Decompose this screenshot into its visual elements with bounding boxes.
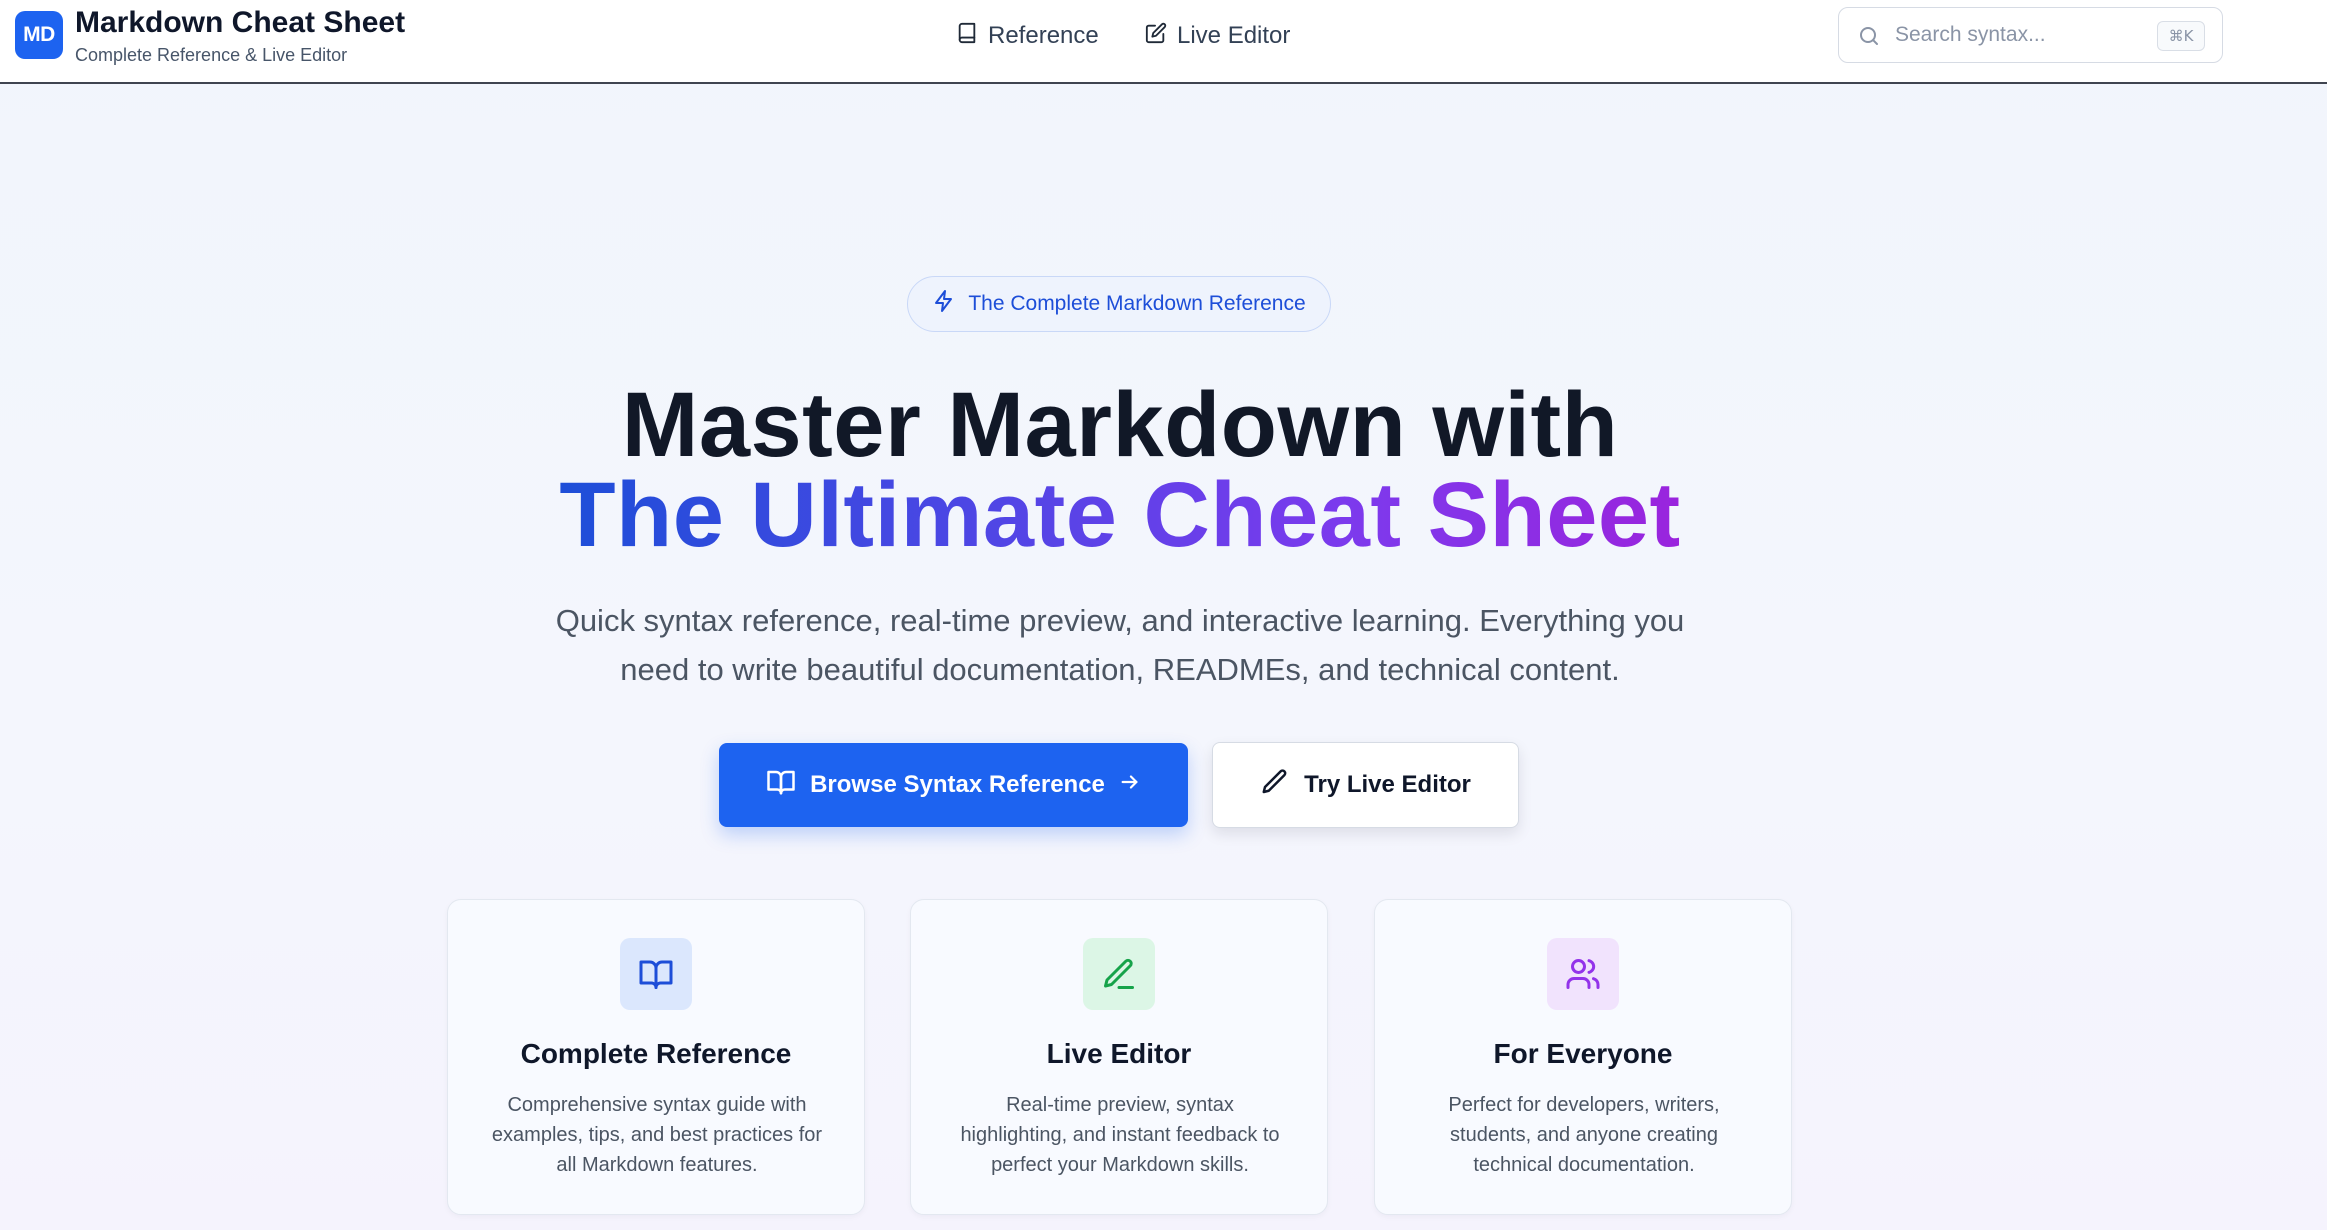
feature-card-for-everyone: For Everyone Perfect for developers, wri…: [1374, 899, 1792, 1215]
arrow-right-icon: [1119, 771, 1141, 800]
edit-square-icon: [1145, 22, 1167, 51]
feature-card-complete-reference: Complete Reference Comprehensive syntax …: [447, 899, 865, 1215]
nav-reference[interactable]: Reference: [956, 20, 1099, 52]
feature-description: Perfect for developers, writers, student…: [1448, 1094, 1720, 1176]
hero-title-line-2: The Ultimate Cheat Sheet: [0, 463, 2240, 568]
browse-syntax-reference-button[interactable]: Browse Syntax Reference: [719, 743, 1188, 827]
book-open-icon: [620, 938, 692, 1010]
nav-live-editor-label: Live Editor: [1177, 22, 1291, 49]
nav-reference-label: Reference: [988, 22, 1099, 49]
try-live-editor-label: Try Live Editor: [1304, 771, 1471, 798]
book-open-icon: [766, 767, 796, 804]
hero-description: Quick syntax reference, real-time previe…: [555, 603, 1685, 687]
search-box[interactable]: ⌘K: [1838, 7, 2223, 63]
browse-syntax-reference-label: Browse Syntax Reference: [810, 771, 1105, 798]
try-live-editor-button[interactable]: Try Live Editor: [1212, 742, 1519, 828]
hero-title-gradient-text: The Ultimate Cheat Sheet: [559, 464, 1681, 566]
feature-card-live-editor: Live Editor Real-time preview, syntax hi…: [910, 899, 1328, 1215]
hero-badge: The Complete Markdown Reference: [907, 276, 1331, 332]
feature-title: For Everyone: [1493, 1038, 1673, 1069]
site-title[interactable]: Markdown Cheat Sheet: [75, 6, 405, 40]
users-icon: [1547, 938, 1619, 1010]
site-subtitle: Complete Reference & Live Editor: [75, 45, 348, 65]
lightning-icon: [932, 289, 956, 319]
book-icon: [956, 22, 978, 51]
feature-title: Complete Reference: [520, 1038, 792, 1069]
search-icon: [1857, 24, 1881, 48]
logo-badge[interactable]: MD: [15, 11, 63, 59]
pen-icon: [1083, 938, 1155, 1010]
pen-icon: [1260, 767, 1290, 804]
feature-description: Comprehensive syntax guide with examples…: [491, 1094, 823, 1176]
search-shortcut-badge: ⌘K: [2157, 21, 2205, 51]
feature-title: Live Editor: [1046, 1038, 1192, 1069]
search-input[interactable]: [1895, 20, 2145, 50]
feature-description: Real-time preview, syntax highlighting, …: [960, 1094, 1280, 1176]
hero-badge-label: The Complete Markdown Reference: [968, 292, 1306, 315]
nav-live-editor[interactable]: Live Editor: [1145, 20, 1290, 52]
top-header: MD Markdown Cheat Sheet Complete Referen…: [0, 0, 2327, 84]
